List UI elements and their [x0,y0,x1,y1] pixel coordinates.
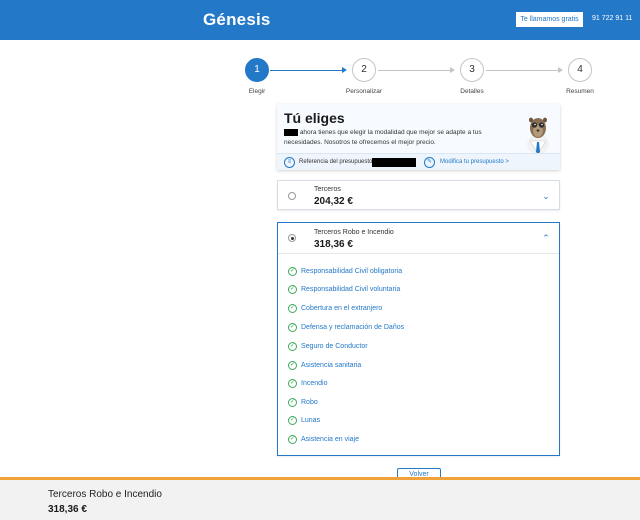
coverage-text[interactable]: Asistencia sanitaria [301,362,361,369]
arrow-right-icon [342,67,347,73]
intro-card: Tú eliges ahora tienes que elegir la mod… [277,104,560,170]
step-connector [378,70,450,71]
arrow-right-icon [558,67,563,73]
option-terceros[interactable]: Terceros 204,32 € ⌄ [277,180,560,210]
check-icon: ✓ [288,435,297,444]
meerkat-mascot-icon [527,117,549,154]
coverage-text[interactable]: Seguro de Conductor [301,343,368,350]
divider [278,253,559,254]
coverage-text[interactable]: Responsabilidad Civil obligatoria [301,268,402,275]
step-connector [270,70,342,71]
check-icon: ✓ [288,379,297,388]
arrow-right-icon [450,67,455,73]
coverage-text[interactable]: Responsabilidad Civil voluntaria [301,286,400,293]
step-3-label: Detalles [460,88,484,95]
option-price: 204,32 € [314,196,353,207]
option-name: Terceros [314,186,341,193]
option-terceros-robo-incendio[interactable]: Terceros Robo e Incendio 318,36 € ⌃ ✓ Res… [277,222,560,456]
coverage-text[interactable]: Incendio [301,380,327,387]
intro-text-line2: necesidades. Nosotros te ofrecemos el me… [284,138,436,146]
coverage-text[interactable]: Asistencia en viaje [301,436,359,443]
option-name: Terceros Robo e Incendio [314,229,394,236]
step-4-circle[interactable]: 4 [568,58,592,82]
step-3-circle[interactable]: 3 [460,58,484,82]
check-icon: ✓ [288,416,297,425]
reference-row: ≡ Referencia del presupuesto: ✎ Modifica… [277,153,560,170]
top-header: Génesis Te llamamos gratis 91 722 91 11 [0,0,640,40]
check-icon: ✓ [288,323,297,332]
coverage-text[interactable]: Lunas [301,417,320,424]
radio-terceros-robo-incendio[interactable] [288,234,296,242]
step-connector [486,70,558,71]
phone-number[interactable]: 91 722 91 11 [592,15,632,22]
chevron-down-icon[interactable]: ⌄ [541,191,551,201]
check-icon: ✓ [288,361,297,370]
selection-footer: Terceros Robo e Incendio 318,36 € [0,477,640,520]
chevron-up-icon[interactable]: ⌃ [541,233,551,243]
coverage-text[interactable]: Defensa y reclamación de Daños [301,324,404,331]
intro-title: Tú eliges [284,110,345,126]
step-4-label: Resumen [566,88,594,95]
footer-selected-name: Terceros Robo e Incendio [48,489,162,500]
footer-selected-price: 318,36 € [48,504,87,515]
intro-text-line1: ahora tienes que elegir la modalidad que… [299,129,482,136]
coverage-text[interactable]: Cobertura en el extranjero [301,305,382,312]
check-icon: ✓ [288,267,297,276]
check-icon: ✓ [288,342,297,351]
pencil-icon[interactable]: ✎ [424,157,435,168]
radio-terceros[interactable] [288,192,296,200]
reference-label: Referencia del presupuesto: [299,159,375,165]
redacted-reference [372,158,416,167]
modify-quote-link[interactable]: Modifica tu presupuesto > [440,159,509,165]
step-1-circle[interactable]: 1 [245,58,269,82]
progress-stepper: 1 Elegir 2 Personalizar 3 Detalles 4 Res… [240,58,600,98]
check-icon: ✓ [288,304,297,313]
redacted-name [284,128,298,136]
check-icon: ✓ [288,398,297,407]
option-price: 318,36 € [314,239,353,250]
step-2-circle[interactable]: 2 [352,58,376,82]
coverage-text[interactable]: Robo [301,399,318,406]
intro-text: ahora tienes que elegir la modalidad que… [284,128,499,147]
check-icon: ✓ [288,285,297,294]
step-1-label: Elegir [248,88,266,95]
step-2-label: Personalizar [345,88,383,95]
brand-logo[interactable]: Génesis [203,10,271,30]
document-icon: ≡ [284,157,295,168]
call-me-button[interactable]: Te llamamos gratis [516,12,583,27]
